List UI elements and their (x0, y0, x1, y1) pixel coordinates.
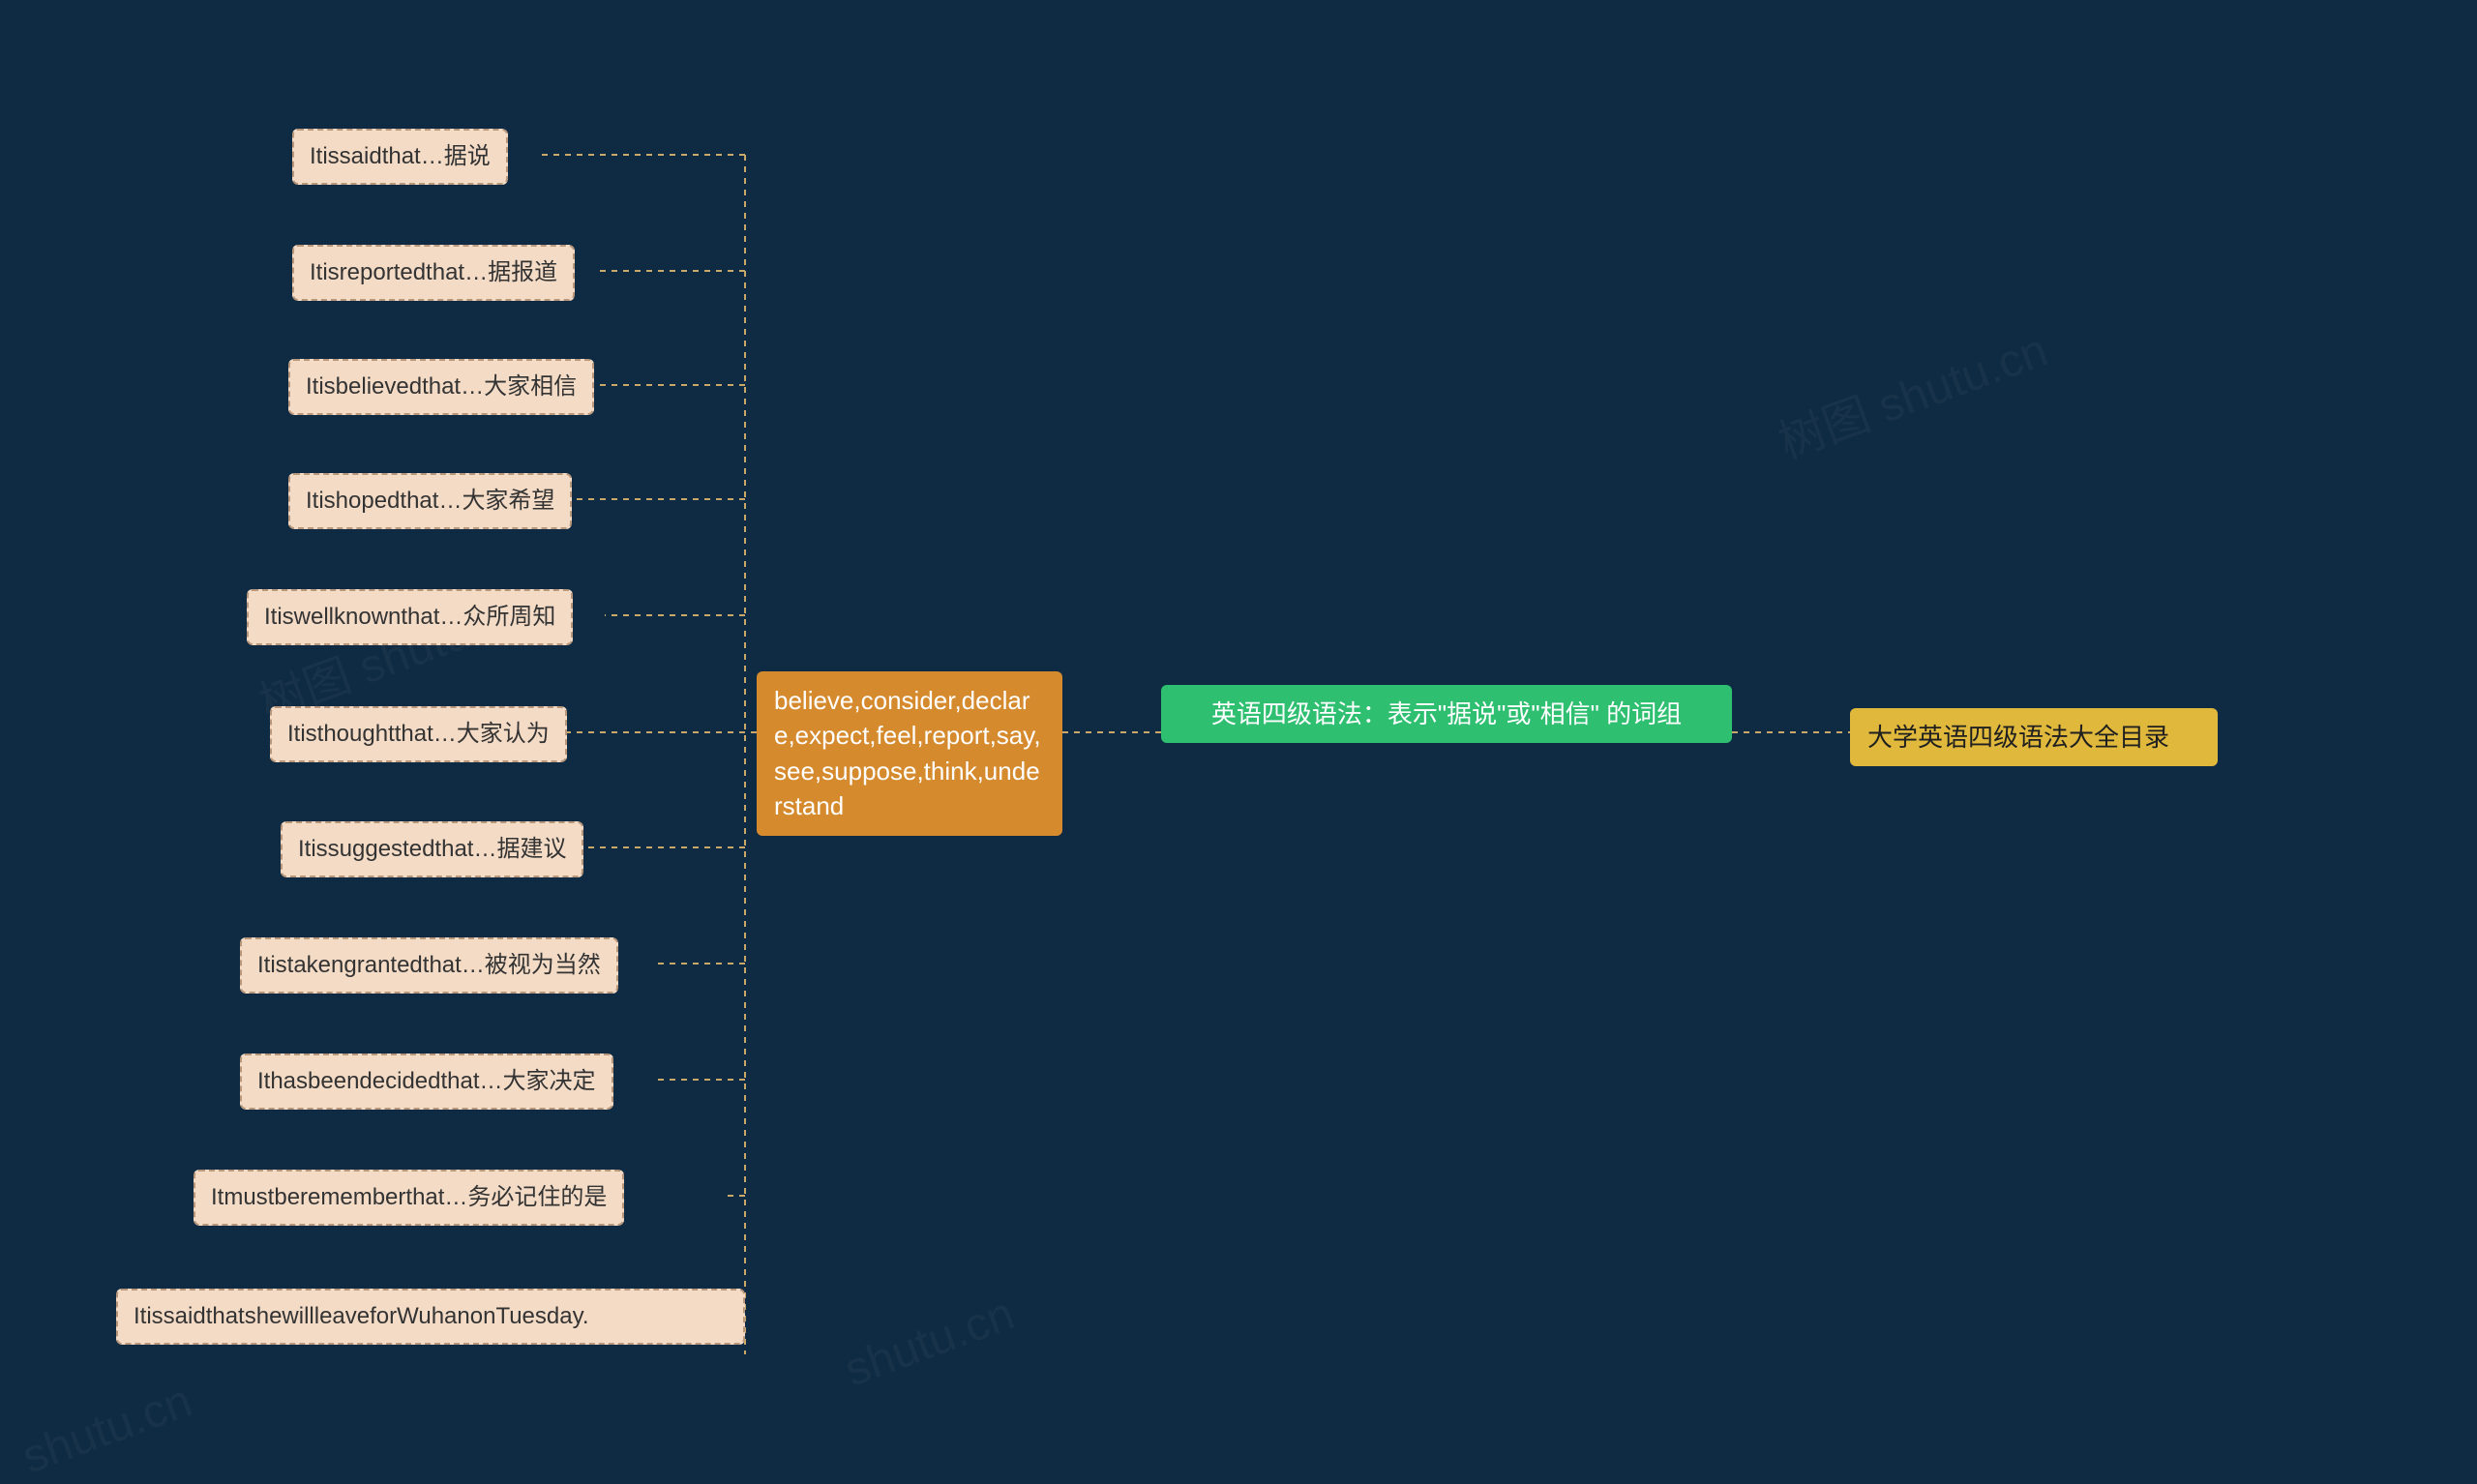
leaf-label: ItissaidthatshewillleaveforWuhanonTuesda… (134, 1303, 588, 1329)
leaf-label: Itissaidthat…据说 (310, 143, 491, 169)
leaf-node[interactable]: Itissuggestedthat…据建议 (281, 821, 583, 877)
leaf-node[interactable]: Itishopedthat…大家希望 (288, 473, 572, 529)
leaf-node[interactable]: Itisthoughtthat…大家认为 (270, 706, 567, 762)
leaf-node[interactable]: Itissaidthat…据说 (292, 129, 508, 185)
leaf-node[interactable]: ItissaidthatshewillleaveforWuhanonTuesda… (116, 1289, 745, 1345)
leaf-node[interactable]: Itistakengrantedthat…被视为当然 (240, 937, 618, 994)
leaf-node[interactable]: Itisreportedthat…据报道 (292, 245, 575, 301)
left-branch-node[interactable]: believe,consider,declare,expect,feel,rep… (757, 671, 1062, 836)
leaf-node[interactable]: Itmustberememberthat…务必记住的是 (194, 1170, 624, 1226)
leaf-label: Itishopedthat…大家希望 (306, 488, 554, 514)
leaf-label: Itisbelievedthat…大家相信 (306, 373, 577, 400)
right-branch-node[interactable]: 大学英语四级语法大全目录 (1850, 708, 2218, 766)
leaf-node[interactable]: Ithasbeendecidedthat…大家决定 (240, 1054, 613, 1110)
watermark: shutu.cn (838, 1288, 1021, 1398)
watermark: shutu.cn (15, 1375, 198, 1484)
leaf-label: Ithasbeendecidedthat…大家决定 (257, 1068, 596, 1094)
leaf-label: Itissuggestedthat…据建议 (298, 836, 566, 862)
leaf-label: Itiswellknownthat…众所周知 (264, 604, 555, 630)
root-node[interactable]: 英语四级语法：表示"据说"或"相信" 的词组 (1161, 685, 1732, 743)
leaf-label: Itistakengrantedthat…被视为当然 (257, 952, 601, 978)
root-title: 英语四级语法：表示"据说"或"相信" 的词组 (1211, 699, 1682, 728)
leaf-node[interactable]: Itisbelievedthat…大家相信 (288, 359, 594, 415)
left-branch-label: believe,consider,declare,expect,feel,rep… (774, 686, 1041, 820)
leaf-node[interactable]: Itiswellknownthat…众所周知 (247, 589, 573, 645)
right-branch-label: 大学英语四级语法大全目录 (1867, 723, 2169, 752)
leaf-label: Itisreportedthat…据报道 (310, 259, 557, 285)
leaf-label: Itmustberememberthat…务必记住的是 (211, 1184, 607, 1210)
watermark: 树图 shutu.cn (1768, 312, 2055, 471)
leaf-label: Itisthoughtthat…大家认为 (287, 721, 550, 747)
